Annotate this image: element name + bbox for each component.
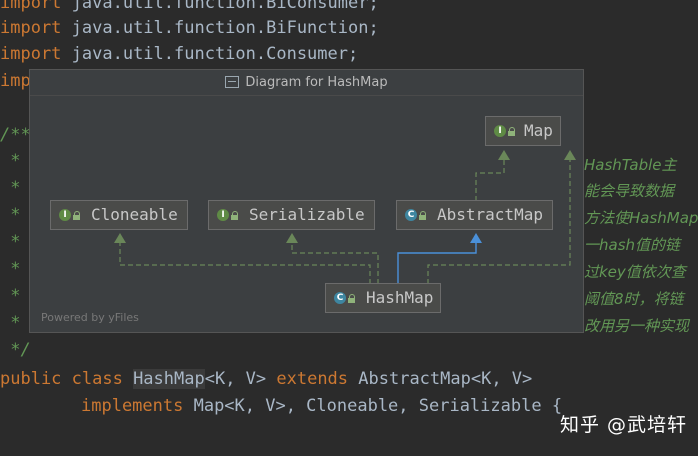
code-line-comment[interactable]: * <box>0 175 20 201</box>
node-label: AbstractMap <box>437 205 543 224</box>
code-line-comment[interactable]: * <box>0 256 20 282</box>
comment-fragment: 过key值依次查 <box>584 263 686 281</box>
edge-hashmap-serializable <box>291 242 379 284</box>
edge-hashmap-abstractmap <box>397 242 477 284</box>
arrowhead-map-right <box>564 150 576 160</box>
lock-icon <box>508 127 516 136</box>
node-label: HashMap <box>366 288 434 307</box>
interface-icon: I <box>217 209 229 221</box>
arrowhead-map-left <box>498 150 510 160</box>
node-serializable[interactable]: I Serializable <box>208 200 375 230</box>
powered-by-label: Powered by yFiles <box>41 311 139 324</box>
code-line-comment[interactable]: * <box>0 229 20 255</box>
code-line-import-partial[interactable]: imp <box>0 68 31 94</box>
code-line-import-biconsumer[interactable]: import java.util.function.BiConsumer; <box>0 0 379 16</box>
comment-fragment: 方法使HashMap <box>584 209 698 227</box>
node-abstractmap[interactable]: C AbstractMap <box>396 200 553 230</box>
code-line-comment[interactable]: * <box>0 310 20 336</box>
lock-icon <box>73 211 81 220</box>
code-line-comment[interactable]: * <box>0 148 20 174</box>
edge-hashmap-cloneable <box>119 242 371 284</box>
comment-fragment: 阈值8时，将链 <box>584 290 684 308</box>
arrowhead-cloneable <box>114 233 126 243</box>
node-hashmap[interactable]: C HashMap <box>325 283 441 313</box>
code-line-implements[interactable]: implements Map<K, V>, Cloneable, Seriali… <box>81 393 562 419</box>
code-line-class-declaration[interactable]: public class HashMap<K, V> extends Abstr… <box>0 366 532 392</box>
lock-icon <box>348 294 356 303</box>
comment-fragment: 能会导致数据 <box>584 182 675 200</box>
interface-icon: I <box>494 125 506 137</box>
lock-icon <box>231 211 239 220</box>
code-line-comment[interactable]: * <box>0 283 20 309</box>
edge-abstractmap-map <box>475 159 505 201</box>
node-map[interactable]: I Map <box>485 116 561 146</box>
node-label: Map <box>524 121 553 140</box>
arrowhead-serializable <box>286 233 298 243</box>
class-icon: C <box>334 292 346 304</box>
code-line-import-bifunction[interactable]: import java.util.function.BiFunction; <box>0 15 379 41</box>
comment-fragment: HashTable主 <box>584 156 677 174</box>
comment-fragment: 改用另一种实现 <box>584 317 690 335</box>
code-line-comment[interactable]: * <box>0 202 20 228</box>
code-line-import-consumer[interactable]: import java.util.function.Consumer; <box>0 41 358 67</box>
interface-icon: I <box>59 209 71 221</box>
node-label: Cloneable <box>91 205 178 224</box>
comment-fragment: 一hash值的链 <box>584 236 681 254</box>
node-label: Serializable <box>249 205 365 224</box>
code-line-comment-start[interactable]: /** <box>0 122 31 148</box>
diagram-popup[interactable]: Diagram for HashMap I Map I Cloneable I … <box>29 69 584 333</box>
node-cloneable[interactable]: I Cloneable <box>50 200 188 230</box>
code-line-comment-end[interactable]: */ <box>0 337 30 363</box>
arrowhead-abstractmap <box>470 233 482 243</box>
watermark: 知乎 @武培轩 <box>560 414 688 436</box>
lock-icon <box>419 211 427 220</box>
class-icon: C <box>405 209 417 221</box>
